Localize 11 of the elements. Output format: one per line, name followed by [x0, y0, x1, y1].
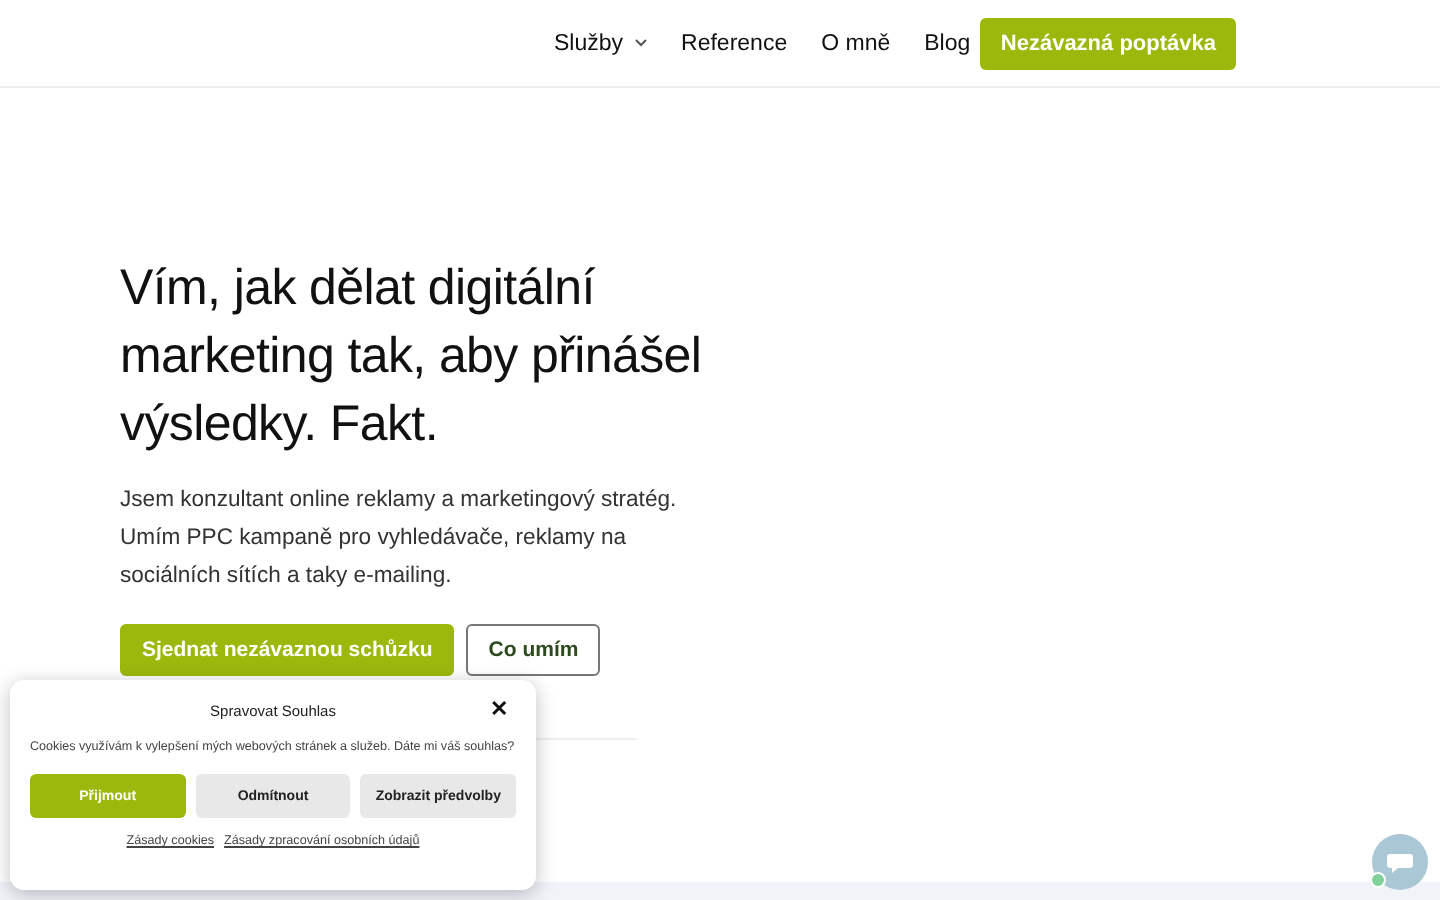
nav-link[interactable]: Služby [554, 31, 648, 55]
chat-icon [1386, 851, 1414, 873]
hero-heading: Vím, jak dělat digitální marketing tak, aby přinášel výsledky. Fakt. [120, 258, 704, 456]
nav-link[interactable]: O mně [821, 31, 891, 55]
hero-button[interactable]: Co umím [466, 624, 601, 676]
hero-text: Jsem konzultant online reklamy a marketingový stratég. Umím PPC kampaně pro vyhledávače, reklamy na sociálních sítích a taky e-mailing. [120, 486, 679, 592]
nav-link[interactable]: Reference [681, 31, 788, 55]
chat-button[interactable] [1372, 834, 1428, 890]
status-dot [1370, 872, 1386, 888]
close-button[interactable]: ✕ [490, 696, 508, 724]
nav-link[interactable]: Blog [924, 31, 971, 55]
